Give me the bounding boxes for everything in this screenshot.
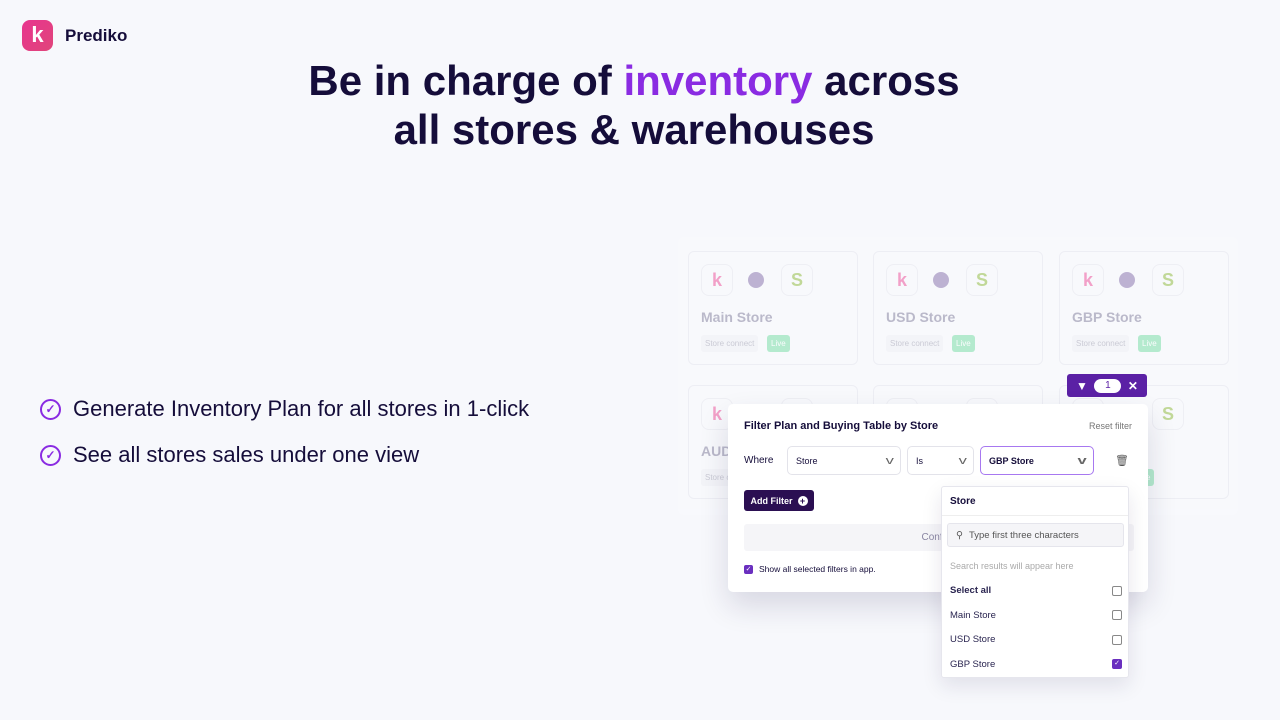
trash-icon[interactable]: 🗑	[1115, 454, 1129, 467]
chevron-down-icon: v	[958, 454, 967, 467]
store-option[interactable]: USD Store	[950, 634, 1122, 645]
store-connect-tag: Store connect	[701, 335, 759, 352]
operator-value: Is	[916, 455, 924, 466]
chevron-down-icon: v	[1077, 454, 1087, 467]
search-icon: ⚲	[956, 529, 963, 541]
store-connect-tag: Store connect	[886, 335, 944, 352]
checkbox-checked[interactable]: ✓	[744, 564, 753, 574]
store-dropdown: Store ⚲ Type first three characters Searc…	[941, 486, 1129, 678]
store-card[interactable]: k S GBP Store Store connect Live	[1059, 251, 1229, 365]
store-name: USD Store	[886, 309, 956, 325]
search-placeholder: Type first three characters	[968, 529, 1079, 541]
check-circle-icon: ✓	[40, 398, 61, 420]
sync-icon	[933, 272, 949, 288]
store-connect-tag: Store connect	[1072, 335, 1130, 352]
modal-title: Filter Plan and Buying Table by Store	[744, 420, 939, 432]
prediko-icon: k	[701, 264, 733, 296]
store-card[interactable]: k S USD Store Store connect Live	[873, 251, 1043, 365]
prediko-icon: k	[886, 264, 918, 296]
value-select[interactable]: GBP Store v	[980, 446, 1094, 475]
shopify-icon: S	[1152, 264, 1184, 296]
store-search-input[interactable]: ⚲ Type first three characters	[947, 523, 1124, 547]
page-headline: Be in charge of inventory across all sto…	[0, 56, 1268, 154]
feature-bullet: ✓ See all stores sales under one view	[40, 442, 419, 468]
headline-line2: all stores & warehouses	[393, 106, 875, 153]
option-label: USD Store	[950, 634, 996, 645]
where-label: Where	[744, 455, 774, 466]
filter-count: 1	[1094, 378, 1122, 393]
search-hint: Search results will appear here	[950, 561, 1074, 571]
prediko-logo: k	[22, 20, 53, 51]
operator-select[interactable]: Is v	[907, 446, 974, 475]
value-text: GBP Store	[989, 455, 1034, 466]
feature-bullet: ✓ Generate Inventory Plan for all stores …	[40, 396, 529, 422]
shopify-icon: S	[966, 264, 998, 296]
reset-filter-link[interactable]: Reset filter	[1089, 421, 1132, 431]
bullet-text: Generate Inventory Plan for all stores i…	[73, 396, 530, 421]
store-name: Main Store	[701, 309, 773, 325]
live-badge: Live	[1138, 335, 1161, 352]
check-circle-icon: ✓	[40, 444, 61, 466]
show-all-checkbox-row[interactable]: ✓ Show all selected filters in app.	[744, 564, 876, 574]
checkbox[interactable]	[1112, 585, 1122, 596]
checkbox[interactable]	[1112, 610, 1122, 620]
active-filter-pill[interactable]: ▼ 1 ✕	[1067, 374, 1147, 397]
live-badge: Live	[952, 335, 975, 352]
field-value: Store	[796, 455, 818, 466]
store-name: AUD	[701, 443, 732, 459]
brand-name: Prediko	[65, 26, 128, 45]
add-filter-button[interactable]: Add Filter +	[744, 490, 814, 511]
plus-circle-icon: +	[797, 495, 808, 506]
checkbox[interactable]	[1112, 634, 1122, 645]
store-option[interactable]: Select all	[950, 585, 1122, 596]
store-option[interactable]: Main Store	[950, 610, 1122, 621]
shopify-icon: S	[1152, 398, 1184, 430]
field-select[interactable]: Store v	[787, 446, 901, 475]
option-label: GBP Store	[950, 658, 996, 670]
option-label: Main Store	[950, 609, 996, 621]
headline-part2: across	[812, 57, 960, 104]
show-all-label: Show all selected filters in app.	[759, 564, 876, 574]
chevron-down-icon: v	[885, 454, 894, 467]
sync-icon	[748, 272, 764, 288]
dropdown-header: Store	[942, 487, 1128, 516]
headline-accent: inventory	[623, 57, 813, 104]
store-option[interactable]: GBP Store ✓	[950, 659, 1122, 670]
filter-icon: ▼	[1076, 378, 1088, 393]
sync-icon	[1119, 272, 1135, 288]
close-icon[interactable]: ✕	[1128, 379, 1138, 393]
headline-part1: Be in charge of	[308, 57, 624, 104]
live-badge: Live	[767, 335, 790, 352]
store-card[interactable]: k S Main Store Store connect Live	[688, 251, 858, 365]
store-name: GBP Store	[1072, 309, 1142, 325]
prediko-icon: k	[1072, 264, 1104, 296]
checkbox-checked[interactable]: ✓	[1112, 659, 1122, 669]
shopify-icon: S	[781, 264, 813, 296]
add-filter-label: Add Filter	[750, 495, 793, 506]
option-label: Select all	[950, 585, 992, 596]
bullet-text: See all stores sales under one view	[73, 442, 420, 467]
